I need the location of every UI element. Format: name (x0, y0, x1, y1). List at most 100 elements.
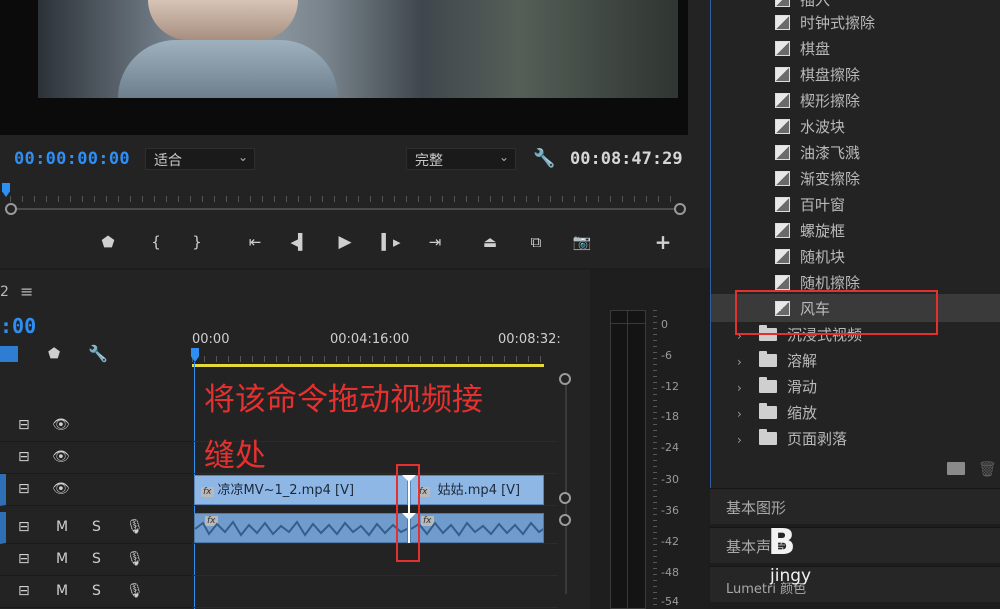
play-icon[interactable]: ▶ (334, 232, 356, 252)
toggle-sync-lock-icon[interactable]: ⊟ (18, 583, 30, 599)
track-header-a1[interactable]: ⊟ M S 🎙 (0, 512, 192, 544)
delete-icon[interactable]: 🗑 (978, 460, 997, 478)
effect-item[interactable]: 棋盘擦除 (775, 62, 860, 88)
transition-icon (775, 15, 790, 30)
track-header-v2[interactable]: ⊟ 👁 (0, 442, 192, 474)
microphone-icon[interactable]: 🎙 (126, 551, 144, 567)
duration-timecode: 00:08:47:29 (570, 149, 683, 169)
add-icon[interactable]: + (652, 232, 674, 252)
scroll-handle-bottom[interactable] (559, 514, 571, 526)
db-label: -48 (661, 566, 679, 579)
panel-basic-sound[interactable]: 基本声音 (710, 527, 1000, 563)
solo-button[interactable]: S (92, 583, 101, 599)
scroll-handle-mid[interactable] (559, 492, 571, 504)
audio-clip-2[interactable]: fx (410, 513, 544, 543)
watermark-text: jingy (770, 566, 812, 586)
effect-item[interactable]: 棋盘 (775, 36, 830, 62)
timeline-timecode[interactable]: :00 (0, 314, 36, 338)
scroll-handle-left[interactable] (5, 203, 17, 215)
toggle-sync-lock-icon[interactable]: ⊟ (18, 551, 30, 567)
eye-icon[interactable]: 👁 (52, 417, 70, 433)
step-back-icon[interactable]: ◂▍ (289, 232, 311, 252)
toggle-sync-lock-icon[interactable]: ⊟ (18, 519, 30, 535)
extract-icon[interactable]: ⧉ (525, 232, 547, 252)
solo-button[interactable]: S (92, 551, 101, 567)
panel-lumetri-color[interactable]: Lumetri 颜色 (710, 566, 1000, 602)
audio-meter: 0 -6 -12 -18 -24 -30 -36 -42 -48 -54 (590, 270, 708, 609)
eye-icon[interactable]: 👁 (52, 449, 70, 465)
meter-peak-line (611, 323, 645, 324)
effect-item[interactable]: 随机块 (775, 244, 845, 270)
effect-item[interactable]: 水波块 (775, 114, 845, 140)
track-header-a2[interactable]: ⊟ M S 🎙 (0, 544, 192, 576)
effect-folder[interactable]: › 缩放 (737, 400, 817, 426)
mute-button[interactable]: M (56, 551, 68, 567)
monitor-playhead[interactable] (2, 183, 10, 197)
wrench-icon[interactable]: 🔧 (533, 148, 555, 169)
chevron-right-icon: › (737, 407, 742, 421)
toggle-sync-lock-icon[interactable]: ⊟ (18, 481, 30, 497)
effects-panel: 插入 时钟式擦除 棋盘 棋盘擦除 楔形擦除 水波块 油漆飞溅 渐变擦除 百叶窗 … (710, 0, 1000, 488)
chevron-down-icon: ⌄ (498, 150, 509, 164)
track-header-a3[interactable]: ⊟ M S 🎙 (0, 576, 192, 608)
lift-icon[interactable]: ⏏ (479, 232, 501, 252)
mute-button[interactable]: M (56, 583, 68, 599)
effect-folder[interactable]: › 页面剥落 (737, 426, 847, 452)
video-clip-2[interactable]: fx 姑姑.mp4 [V] (410, 475, 544, 505)
watermark-logo: B (768, 522, 796, 563)
track-lane-a2[interactable] (192, 544, 558, 576)
playhead-timecode[interactable]: 00:00:00:00 (14, 149, 130, 169)
mark-out-icon[interactable]: } (186, 232, 208, 252)
new-folder-icon[interactable] (947, 462, 965, 475)
zoom-level-select[interactable]: 适合 ⌄ (145, 148, 255, 170)
solo-button[interactable]: S (92, 519, 101, 535)
effect-item[interactable]: 螺旋框 (775, 218, 845, 244)
wrench-icon[interactable]: 🔧 (88, 344, 108, 363)
panel-menu-icon[interactable]: ≡ (20, 282, 33, 301)
audio-clip-1[interactable]: fx (194, 513, 408, 543)
effect-item[interactable]: 百叶窗 (775, 192, 845, 218)
snap-icon[interactable] (0, 346, 18, 362)
video-frame-image (38, 0, 678, 98)
scroll-handle-top[interactable] (559, 373, 571, 385)
video-clip-1[interactable]: fx 凉凉MV~1_2.mp4 [V] (194, 475, 408, 505)
toggle-sync-lock-icon[interactable]: ⊟ (18, 417, 30, 433)
effect-item[interactable]: 楔形擦除 (775, 88, 860, 114)
panel-basic-graphics[interactable]: 基本图形 (710, 488, 1000, 524)
folder-icon (759, 351, 777, 367)
add-marker-icon[interactable]: ⬟ (48, 346, 60, 362)
camera-icon[interactable]: 📷 (571, 232, 593, 252)
timeline-panel: 2 ≡ :00 ⬟ 🔧 00:00 00:04:16:00 00:08:32: … (0, 270, 590, 609)
microphone-icon[interactable]: 🎙 (126, 583, 144, 599)
audio-waveform (195, 520, 407, 537)
eye-icon[interactable]: 👁 (52, 481, 70, 497)
track-header-v1[interactable]: ⊟ 👁 (0, 474, 192, 506)
mute-button[interactable]: M (56, 519, 68, 535)
toggle-sync-lock-icon[interactable]: ⊟ (18, 449, 30, 465)
mark-in-icon[interactable]: { (145, 232, 167, 252)
program-monitor: 00:00:00:00 适合 ⌄ 完整 ⌄ 🔧 00:08:47:29 ⬟ { … (0, 0, 710, 268)
ruler-label-end: 00:08:32: (498, 332, 561, 347)
marker-icon[interactable]: ⬟ (97, 232, 119, 252)
effect-folder[interactable]: › 溶解 (737, 348, 817, 374)
microphone-icon[interactable]: 🎙 (126, 519, 144, 535)
timeline-vertical-scroll[interactable] (565, 374, 567, 594)
track-header-v3[interactable]: ⊟ 👁 (0, 410, 192, 442)
go-to-in-icon[interactable]: ⇤ (244, 232, 266, 252)
work-area-bar[interactable] (192, 364, 544, 367)
meter-bars (610, 310, 646, 609)
annotation-highlight-box (396, 464, 420, 562)
chevron-right-icon: › (737, 355, 742, 369)
effect-item[interactable]: 时钟式擦除 (775, 10, 875, 36)
annotation-text-line2: 缝处 (204, 438, 266, 474)
playback-quality-select[interactable]: 完整 ⌄ (406, 148, 516, 170)
effect-item[interactable]: 渐变擦除 (775, 166, 860, 192)
effect-item[interactable]: 油漆飞溅 (775, 140, 860, 166)
track-lane-a3[interactable] (192, 576, 558, 608)
step-forward-icon[interactable]: ▍▸ (380, 232, 402, 252)
go-to-out-icon[interactable]: ⇥ (424, 232, 446, 252)
sequence-tab-number[interactable]: 2 (0, 284, 9, 300)
scrub-bar[interactable] (10, 208, 682, 210)
effect-folder[interactable]: › 滑动 (737, 374, 817, 400)
scroll-handle-right[interactable] (674, 203, 686, 215)
